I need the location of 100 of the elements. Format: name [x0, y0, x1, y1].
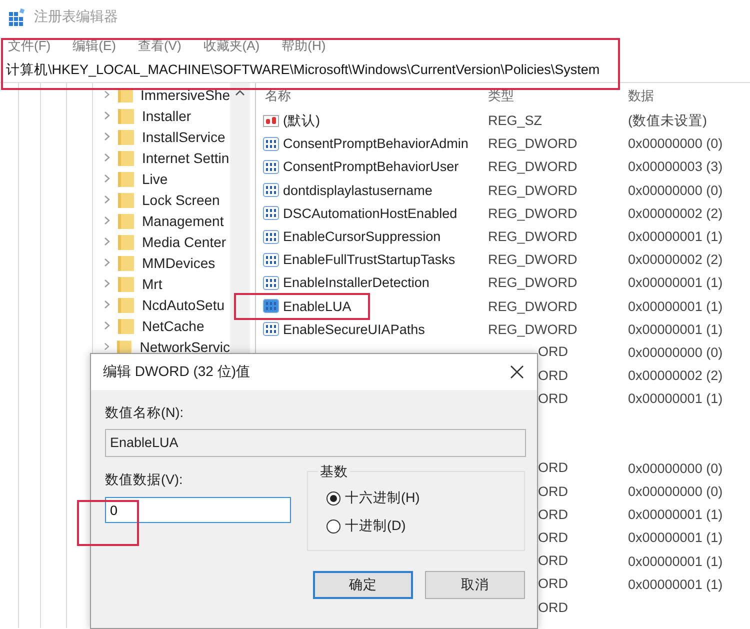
value-row[interactable]: EnableSecureUIAPaths REG_DWORD 0x00000001 (1) — [256, 318, 750, 341]
folder-icon — [118, 108, 134, 124]
tree-item[interactable]: Internet Settin — [142, 150, 230, 166]
value-row[interactable]: dontdisplaylastusername REG_DWORD 0x00000000 (0) — [256, 178, 750, 202]
value-row[interactable]: EnableCursorSuppression REG_DWORD 0x00000001 (1) — [256, 224, 750, 248]
close-icon[interactable] — [510, 365, 524, 379]
tree-item[interactable]: Management — [142, 212, 224, 228]
value-name-field[interactable]: EnableLUA — [105, 429, 526, 457]
value-name[interactable]: EnableSecureUIAPaths — [283, 322, 425, 337]
value-row[interactable]: DSCAutomationHostEnabled REG_DWORD 0x00000002 (2) — [256, 202, 750, 225]
value-data-field[interactable]: 0 — [105, 497, 291, 523]
folder-icon — [118, 234, 134, 250]
folder-icon — [118, 296, 134, 312]
value-type: ORD — [538, 344, 568, 360]
chevron-icon[interactable] — [104, 258, 110, 267]
chevron-icon[interactable] — [104, 237, 110, 246]
value-type: REG_DWORD — [488, 229, 578, 244]
value-row[interactable]: ConsentPromptBehaviorAdmin REG_DWORD 0x00000000 (0) — [256, 132, 750, 156]
window-title: 注册表编辑器 — [34, 8, 118, 26]
folder-icon — [118, 192, 134, 208]
tree-item[interactable]: NetCache — [142, 318, 204, 334]
chevron-icon[interactable] — [104, 321, 110, 330]
chevron-icon[interactable] — [104, 342, 110, 351]
value-name[interactable]: ConsentPromptBehaviorAdmin — [283, 136, 468, 152]
tree-item[interactable]: Media Center — [142, 234, 226, 250]
tree-item[interactable]: Installer — [142, 108, 192, 124]
value-name[interactable]: EnableLUA — [283, 298, 352, 314]
value-name[interactable]: ConsentPromptBehaviorUser — [283, 159, 459, 174]
folder-icon — [118, 254, 134, 270]
value-row[interactable]: EnableFullTrustStartupTasks REG_DWORD 0x00000002 (2) — [256, 248, 750, 272]
value-row[interactable]: ConsentPromptBehaviorUser REG_DWORD 0x00000003 (3) — [256, 155, 750, 179]
value-type: REG_DWORD — [488, 136, 578, 152]
value-type: ORD — [538, 576, 568, 592]
column-header[interactable]: 数据 — [628, 87, 750, 105]
folder-icon — [118, 276, 134, 292]
value-data: 0x00000000 (0) — [628, 344, 724, 360]
value-type: REG_DWORD — [488, 298, 578, 314]
tree-item[interactable]: Mrt — [142, 276, 162, 292]
value-data: 0x00000000 (0) — [628, 460, 724, 476]
value-type: ORD — [538, 460, 568, 476]
value-type: ORD — [538, 368, 568, 383]
chevron-icon[interactable] — [104, 111, 110, 120]
radio-button[interactable] — [326, 490, 341, 506]
field-label: 数值数据(V): — [105, 471, 184, 489]
cancel-button[interactable]: 取消 — [425, 571, 525, 599]
chevron-icon[interactable] — [104, 300, 110, 309]
value-type: REG_DWORD — [488, 252, 578, 268]
menu-item[interactable]: 查看(V) — [138, 37, 182, 55]
chevron-icon[interactable] — [104, 195, 110, 204]
group-label: 基数 — [318, 463, 350, 481]
folder-icon — [118, 150, 134, 166]
tree-item[interactable]: Live — [142, 170, 168, 186]
radio-label[interactable]: 十进制(D) — [345, 517, 406, 535]
value-name[interactable]: DSCAutomationHostEnabled — [283, 206, 458, 221]
folder-icon — [118, 212, 134, 228]
column-header[interactable]: 类型 — [488, 87, 628, 105]
value-row[interactable]: EnableInstallerDetection REG_DWORD 0x00000001 (1) — [256, 271, 750, 294]
value-data: (数值未设置) — [628, 112, 708, 130]
tree-item[interactable]: ImmersiveShe — [140, 86, 230, 102]
menu-item[interactable]: 文件(F) — [8, 37, 51, 55]
menu-item[interactable]: 帮助(H) — [282, 37, 326, 55]
value-data: 0x00000001 (1) — [628, 298, 724, 314]
value-data: 0x00000000 (0) — [628, 182, 724, 198]
chevron-icon[interactable] — [104, 174, 110, 183]
tree-item[interactable]: NcdAutoSetu — [142, 296, 224, 312]
tree-item[interactable]: NetworkServic — [140, 338, 230, 354]
folder-icon — [117, 338, 132, 354]
value-name[interactable]: dontdisplaylastusername — [283, 182, 432, 198]
value-data: 0x00000001 (1) — [628, 554, 724, 569]
chevron-icon[interactable] — [104, 132, 110, 141]
registry-icon — [8, 8, 26, 26]
chevron-icon[interactable] — [104, 216, 110, 225]
value-type: ORD — [538, 390, 568, 406]
value-data: 0x00000002 (2) — [628, 368, 724, 384]
value-name[interactable]: (默认) — [283, 112, 320, 130]
chevron-icon[interactable] — [104, 279, 110, 288]
value-type: ORD — [538, 484, 568, 499]
value-data: 0x00000000 (0) — [628, 136, 724, 152]
value-type: REG_DWORD — [488, 206, 578, 221]
value-type: REG_DWORD — [488, 322, 578, 337]
value-name[interactable]: EnableInstallerDetection — [283, 275, 430, 290]
value-row[interactable]: (默认) REG_SZ (数值未设置) — [256, 109, 750, 132]
radio-button[interactable] — [326, 518, 341, 534]
value-data: 0x00000001 (1) — [628, 229, 724, 244]
chevron-icon[interactable] — [104, 153, 110, 162]
tree-item[interactable]: InstallService — [142, 128, 226, 144]
menu-item[interactable]: 编辑(E) — [72, 37, 116, 55]
value-name[interactable]: EnableCursorSuppression — [283, 229, 441, 244]
field-label: 数值名称(N): — [105, 404, 184, 422]
tree-item[interactable]: MMDevices — [142, 254, 216, 270]
folder-icon — [118, 318, 134, 334]
value-name[interactable]: EnableFullTrustStartupTasks — [283, 252, 456, 268]
column-header[interactable]: 名称 — [256, 87, 488, 105]
tree-item[interactable]: Lock Screen — [142, 192, 220, 208]
scroll-up-icon[interactable] — [235, 90, 245, 96]
menu-item[interactable]: 收藏夹(A) — [203, 37, 260, 55]
chevron-icon[interactable] — [104, 90, 110, 99]
radio-label[interactable]: 十六进制(H) — [345, 489, 420, 507]
value-data: 0x00000002 (2) — [628, 206, 724, 221]
ok-button[interactable]: 确定 — [313, 571, 413, 599]
